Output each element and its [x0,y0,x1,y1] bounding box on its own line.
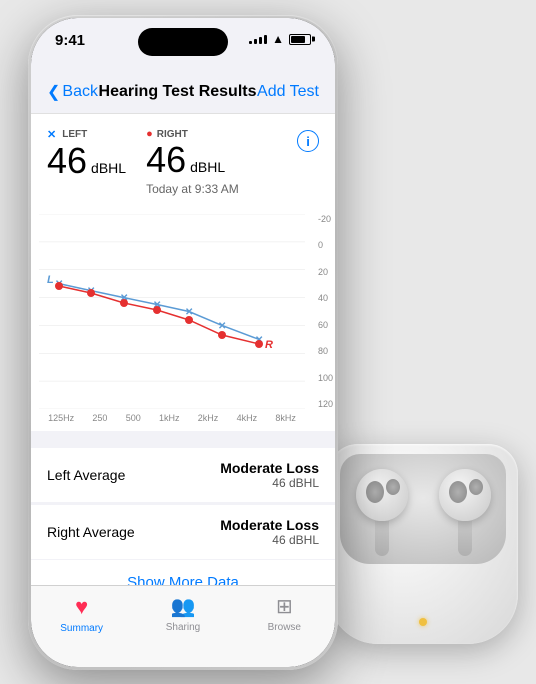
left-average-sub: 46 dBHL [220,476,319,490]
show-more-button[interactable]: Show More Data [31,560,335,585]
add-test-button[interactable]: Add Test [257,83,319,101]
svg-text:L: L [47,274,54,286]
timestamp: Today at 9:33 AM [146,182,239,196]
x-axis-labels: 125Hz 250 500 1kHz 2kHz 4kHz 8kHz [39,409,305,423]
signal-icon [249,35,267,44]
right-value: 46 [146,142,186,178]
y-label-120: 120 [318,399,333,409]
dynamic-island [138,28,228,56]
right-average-sub: 46 dBHL [220,533,319,547]
y-label-0: 0 [318,240,333,250]
browse-icon: ⊞ [276,594,293,619]
y-label-neg20: -20 [318,214,333,224]
airpods-case [328,444,518,644]
airpod-left [352,469,412,559]
right-average-main: Moderate Loss [220,517,319,533]
y-axis-labels: -20 0 20 40 60 80 100 120 [318,214,333,409]
tab-summary[interactable]: ♥ Summary [31,594,132,634]
left-average-main: Moderate Loss [220,460,319,476]
right-average-label: Right Average [47,524,135,540]
left-average-label: Left Average [47,467,125,483]
tab-browse[interactable]: ⊞ Browse [234,594,335,633]
x-label-125: 125Hz [48,413,74,423]
y-label-60: 60 [318,320,333,330]
x-label-1k: 1kHz [159,413,180,423]
x-label-250: 250 [92,413,107,423]
svg-text:✕: ✕ [218,321,226,332]
left-value: 46 [47,143,87,179]
x-label-8k: 8kHz [275,413,296,423]
y-label-100: 100 [318,373,333,383]
heart-icon: ♥ [75,594,88,620]
x-label-2k: 2kHz [198,413,219,423]
chart-svg: ✕ ✕ ✕ ✕ ✕ ✕ ✕ L [39,214,305,409]
left-average-row: Left Average Moderate Loss 46 dBHL [31,448,335,502]
sharing-icon: 👥 [171,594,196,619]
page-title: Hearing Test Results [99,83,257,101]
case-led [419,618,427,626]
tab-sharing-label: Sharing [166,622,200,633]
iphone-device: 9:41 ▲ [28,15,338,670]
status-icons: ▲ [249,32,311,46]
left-unit: dBHL [91,160,126,176]
info-button[interactable]: i [297,130,319,152]
y-label-80: 80 [318,346,333,356]
tab-summary-label: Summary [60,623,103,634]
status-time: 9:41 [55,32,85,49]
main-content: ✕ LEFT 46 dBHL ● [31,114,335,585]
wifi-icon: ▲ [272,32,284,46]
y-label-40: 40 [318,293,333,303]
right-unit: dBHL [190,159,225,175]
svg-text:R: R [265,339,273,351]
airpod-right [435,469,495,559]
tab-bar: ♥ Summary 👥 Sharing ⊞ Browse [31,585,335,667]
right-result: ● RIGHT 46 dBHL Today at 9:33 AM [146,128,239,196]
hearing-chart: ✕ ✕ ✕ ✕ ✕ ✕ ✕ L [31,206,335,431]
back-label: Back [62,83,98,101]
y-label-20: 20 [318,267,333,277]
tab-sharing[interactable]: 👥 Sharing [132,594,233,633]
chevron-left-icon: ❮ [47,82,60,102]
tab-browse-label: Browse [268,622,301,633]
status-bar: 9:41 ▲ [31,18,335,70]
battery-icon [289,34,311,45]
x-label-4k: 4kHz [237,413,258,423]
x-label-500: 500 [126,413,141,423]
right-average-row: Right Average Moderate Loss 46 dBHL [31,505,335,559]
nav-bar: ❮ Back Hearing Test Results Add Test [31,70,335,114]
stats-section: Left Average Moderate Loss 46 dBHL Right… [31,431,335,585]
chart-area: ✕ ✕ ✕ ✕ ✕ ✕ ✕ L [39,214,305,409]
results-header: ✕ LEFT 46 dBHL ● [31,114,335,206]
back-button[interactable]: ❮ Back [47,82,98,102]
header-right: i [259,128,319,152]
left-result: ✕ LEFT 46 dBHL [47,128,126,179]
